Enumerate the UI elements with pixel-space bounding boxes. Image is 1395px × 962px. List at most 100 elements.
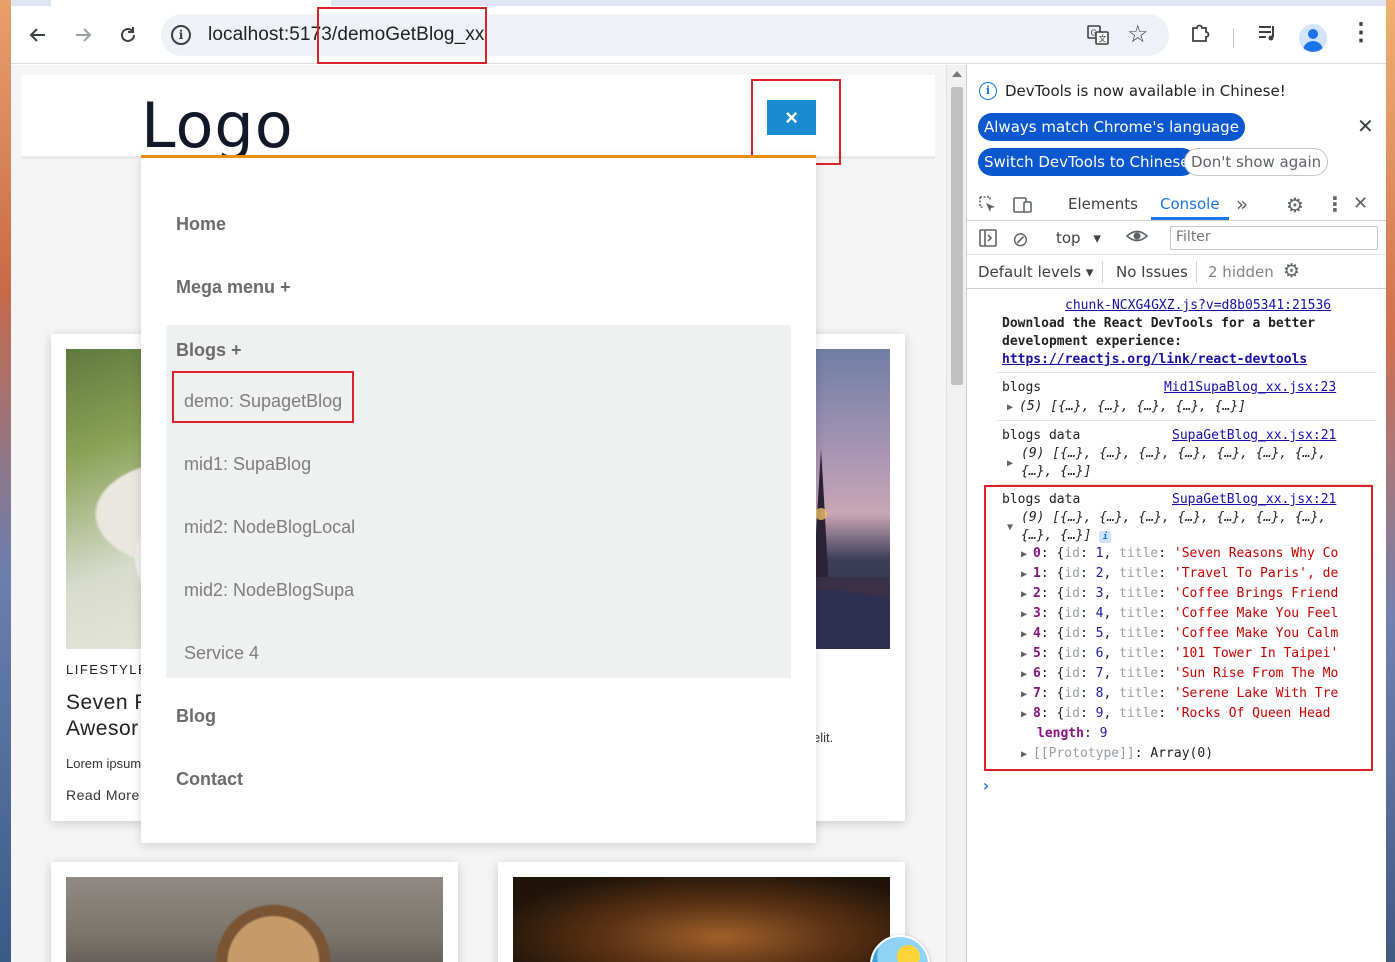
web-page: LIFESTYLE Seven F Awesor Lorem ipsum Read…: [11, 65, 946, 962]
device-toolbar-icon[interactable]: [1012, 195, 1034, 220]
devtools-close-icon[interactable]: ✕: [1353, 193, 1368, 214]
blog-card-title-line1: Seven F: [66, 691, 148, 714]
scrollbar-thumb[interactable]: [951, 87, 963, 385]
tab-console[interactable]: Console: [1160, 195, 1220, 213]
console-array-value: (9) [{…}, {…}, {…}, {…}, {…}, {…}, {…},: [1021, 446, 1327, 461]
console-toolbar: ⊘ top ▾ Filter: [967, 222, 1386, 255]
site-logo[interactable]: Logo: [141, 89, 294, 162]
site-info-icon[interactable]: i: [171, 25, 191, 45]
blog-card[interactable]: [51, 862, 458, 962]
console-settings-gear-icon[interactable]: ⚙: [1283, 260, 1300, 282]
sidebar-toggle-icon[interactable]: [978, 228, 998, 253]
svg-text:文: 文: [1099, 34, 1107, 44]
blog-card-title[interactable]: Seven F Awesor: [66, 690, 148, 742]
toolbar-divider: [1233, 28, 1234, 48]
console-array-row[interactable]: ▶ (5) [{…}, {…}, {…}, {…}, {…}]: [1007, 399, 1246, 414]
back-arrow-icon[interactable]: [22, 19, 54, 51]
console-output: chunk-NCXG4GXZ.js?v=d8b05341:21536 Downl…: [967, 290, 1386, 962]
context-dropdown-icon: ▾: [1093, 229, 1101, 247]
banner-close-icon[interactable]: ✕: [1357, 114, 1374, 138]
devtools-panel: i DevTools is now available in Chinese! …: [966, 65, 1386, 962]
nav-item-mega-menu[interactable]: Mega menu +: [176, 277, 291, 298]
language-banner-text: DevTools is now available in Chinese!: [1005, 82, 1286, 100]
switch-to-chinese-button[interactable]: Switch DevTools to Chinese: [978, 148, 1196, 176]
submenu-item-mid2-local[interactable]: mid2: NodeBlogLocal: [184, 517, 355, 538]
submenu-item-service4[interactable]: Service 4: [184, 643, 259, 664]
default-levels-dropdown[interactable]: Default levels ▾: [978, 263, 1093, 281]
nav-item-contact[interactable]: Contact: [176, 769, 243, 790]
browser-window: i localhost:5173/demoGetBlog_xx G文 ☆ ⋮ L…: [11, 0, 1386, 962]
devtools-menu-icon[interactable]: ⋮: [1325, 192, 1345, 216]
close-highlight-box: [751, 79, 841, 165]
submenu-item-mid2-supa[interactable]: mid2: NodeBlogSupa: [184, 580, 354, 601]
desktop-wallpaper-left: [0, 0, 11, 962]
console-log-label: blogs data: [1002, 428, 1081, 443]
reload-icon[interactable]: [112, 19, 144, 51]
page-scrollbar[interactable]: [946, 65, 966, 962]
blog-card-excerpt-tail: elit.: [813, 730, 834, 745]
media-controls-icon[interactable]: [1256, 21, 1280, 51]
expand-triangle-icon[interactable]: ▶: [1007, 402, 1019, 413]
live-expression-eye-icon[interactable]: [1125, 226, 1149, 251]
console-separator: [997, 372, 1377, 373]
levels-dropdown-icon: ▾: [1085, 263, 1094, 281]
issues-divider: [1196, 261, 1197, 283]
kebab-menu-icon[interactable]: ⋮: [1349, 18, 1373, 47]
blog-card-excerpt: Lorem ipsum: [66, 756, 142, 771]
translate-icon[interactable]: G文: [1086, 23, 1110, 47]
settings-gear-icon[interactable]: ⚙: [1286, 193, 1304, 217]
read-more-link[interactable]: Read More: [66, 787, 140, 803]
message-source-link[interactable]: SupaGetBlog_xx.jsx:21: [1172, 428, 1336, 443]
tab-elements[interactable]: Elements: [1068, 195, 1138, 213]
extensions-puzzle-icon[interactable]: [1189, 21, 1213, 51]
always-match-language-button[interactable]: Always match Chrome's language: [978, 113, 1245, 141]
issues-count[interactable]: No Issues: [1116, 263, 1188, 281]
message-source-link[interactable]: Mid1SupaBlog_xx.jsx:23: [1164, 380, 1336, 395]
console-log-label: blogs: [1002, 380, 1042, 395]
svg-text:G: G: [1091, 29, 1097, 38]
nav-item-blogs[interactable]: Blogs +: [176, 340, 242, 361]
info-icon: i: [979, 82, 997, 100]
dont-show-again-button[interactable]: Don't show again: [1184, 148, 1329, 176]
devtools-tab-bar: Elements Console » ⚙ ⋮ ✕: [967, 189, 1386, 221]
default-levels-label: Default levels: [978, 263, 1082, 281]
console-levels-bar: Default levels ▾ No Issues 2 hidden ⚙: [967, 256, 1386, 289]
bookmark-star-icon[interactable]: ☆: [1127, 20, 1149, 49]
more-tabs-chevron-icon[interactable]: »: [1236, 192, 1248, 216]
blog-card-image[interactable]: [513, 877, 890, 962]
context-selector-label: top: [1056, 229, 1081, 247]
console-message-text: Download the React DevTools for a better: [1002, 316, 1316, 331]
site-header: Logo ×: [21, 75, 935, 165]
inspect-element-icon[interactable]: [978, 195, 998, 220]
console-filter-input[interactable]: Filter: [1170, 226, 1378, 250]
active-tab-indicator: [1151, 217, 1229, 220]
desktop-wallpaper-right: [1386, 0, 1395, 962]
expand-triangle-icon[interactable]: ▶: [1007, 455, 1019, 470]
browser-toolbar: i localhost:5173/demoGetBlog_xx G文 ☆ ⋮: [11, 6, 1386, 64]
scroll-up-arrow-icon[interactable]: [952, 71, 962, 77]
blog-card-title-line2: Awesor: [66, 717, 139, 740]
console-message-text: development experience:: [1002, 334, 1183, 349]
console-prompt-icon[interactable]: ›: [981, 776, 991, 795]
blogs-submenu: Blogs + demo: SupagetBlog mid1: SupaBlog…: [166, 325, 791, 678]
forward-arrow-icon[interactable]: [67, 19, 99, 51]
levels-divider: [1102, 261, 1103, 283]
nav-dropdown-menu: Home Mega menu + Blogs + demo: SupagetBl…: [141, 155, 816, 843]
blog-card[interactable]: [498, 862, 905, 962]
nav-item-blog[interactable]: Blog: [176, 706, 216, 727]
context-selector[interactable]: top ▾: [1056, 229, 1101, 247]
clear-console-icon[interactable]: ⊘: [1012, 227, 1029, 251]
blog-card-category: LIFESTYLE: [66, 662, 149, 677]
address-bar[interactable]: i localhost:5173/demoGetBlog_xx G文 ☆: [161, 14, 1169, 56]
message-source-link[interactable]: chunk-NCXG4GXZ.js?v=d8b05341:21536: [1065, 298, 1331, 313]
console-separator: [997, 420, 1377, 421]
nav-item-home[interactable]: Home: [176, 214, 226, 235]
blog-card-image[interactable]: [66, 877, 443, 962]
console-array-value: (5) [{…}, {…}, {…}, {…}, {…}]: [1019, 399, 1246, 414]
react-devtools-link[interactable]: https://reactjs.org/link/react-devtools: [1002, 352, 1307, 367]
url-highlight-box: [317, 7, 487, 64]
console-highlight-box: [984, 485, 1373, 771]
submenu-item-mid1[interactable]: mid1: SupaBlog: [184, 454, 311, 475]
submenu-highlight-box: [172, 371, 354, 423]
profile-avatar[interactable]: [1299, 24, 1327, 52]
